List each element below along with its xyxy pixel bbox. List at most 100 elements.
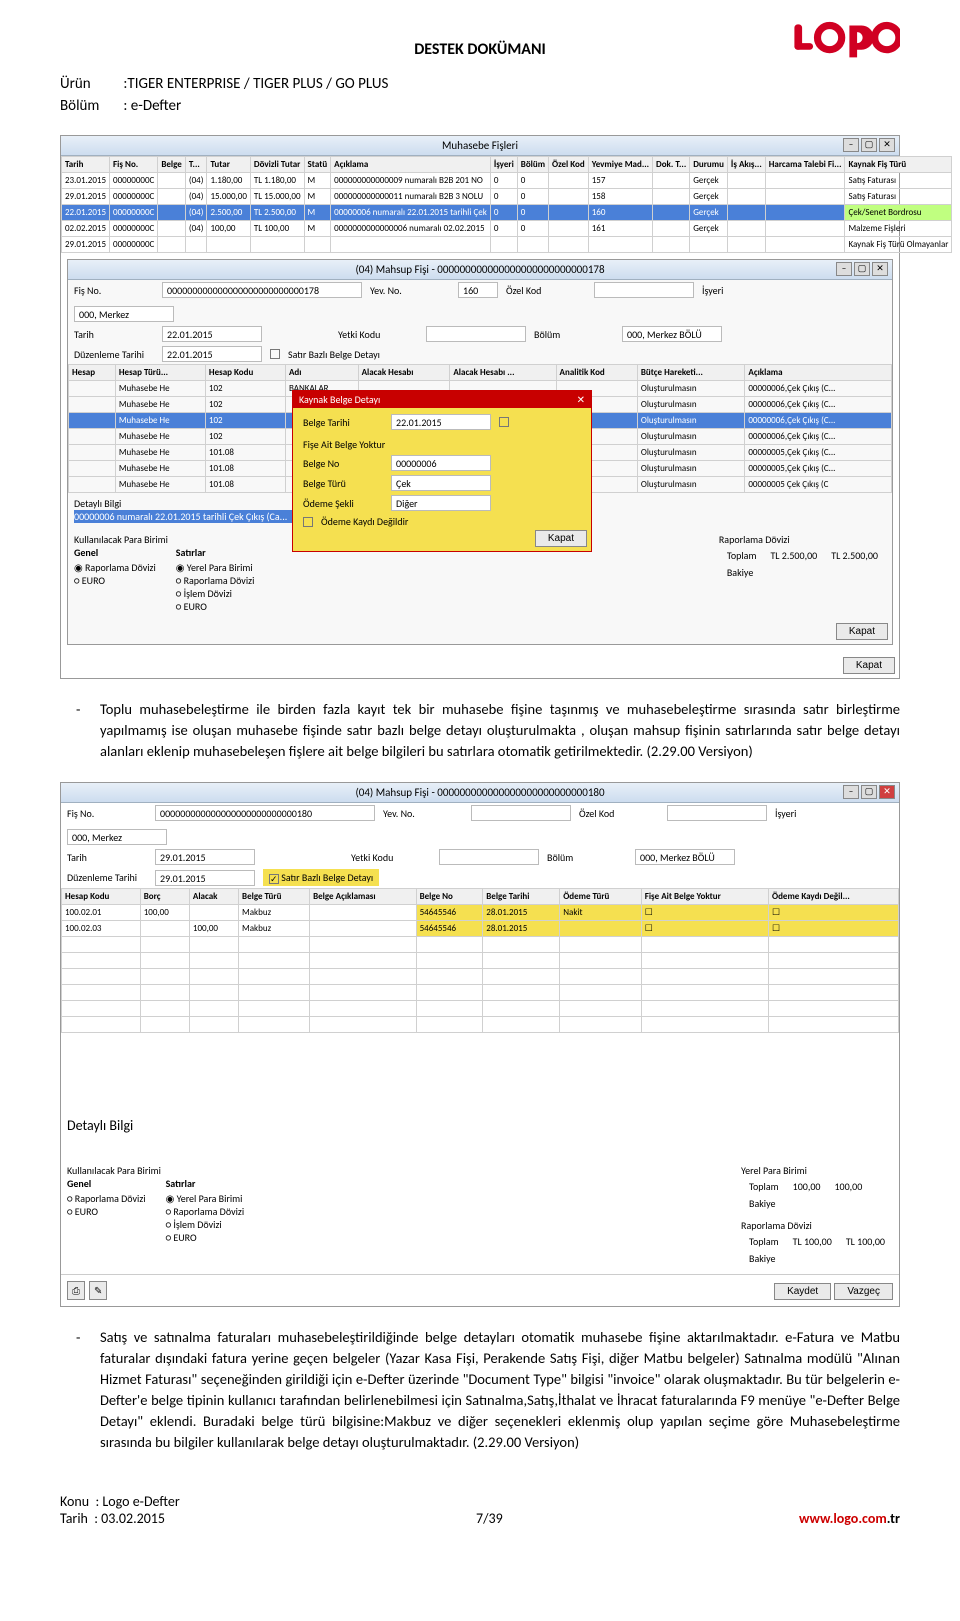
panel-close-icon[interactable]: ✕ bbox=[577, 393, 585, 406]
tool-icon-1[interactable]: ⎙ bbox=[67, 1281, 85, 1300]
detayli-field[interactable] bbox=[67, 1138, 407, 1158]
col-header: Fişe Ait Belge Yoktur bbox=[641, 889, 768, 905]
fis-list-table: TarihFiş No.BelgeT...TutarDövizli TutarS… bbox=[61, 156, 952, 253]
sat-id-radio[interactable]: ○ İşlem Dövizi bbox=[166, 1218, 245, 1231]
section-line: Bölüm : e-Defter bbox=[60, 97, 900, 115]
sat-yp-radio[interactable]: ◉ Yerel Para Birimi bbox=[176, 561, 255, 574]
col-header: Borç bbox=[140, 889, 189, 905]
section-label: Bölüm bbox=[60, 97, 120, 115]
col-header: Hesap Kodu bbox=[62, 889, 141, 905]
ozelkod-field[interactable] bbox=[667, 805, 767, 821]
main-kapat-button[interactable]: Kapat bbox=[843, 657, 895, 674]
table-row[interactable]: 100.02.03100,00Makbuz5464554628.01.2015☐… bbox=[62, 921, 899, 937]
col-header: Hesap Türü... bbox=[115, 365, 205, 381]
maximize-icon[interactable]: ▢ bbox=[854, 262, 870, 276]
rbakiye-val1 bbox=[787, 1251, 838, 1266]
fisno-label: Fiş No. bbox=[67, 807, 147, 820]
table-row[interactable] bbox=[62, 953, 899, 969]
table-row[interactable]: 23.01.201500000000C(04)1.180,00TL 1.180,… bbox=[62, 173, 952, 189]
duzenleme-field[interactable]: 29.01.2015 bbox=[155, 870, 255, 886]
vazgec-button[interactable]: Vazgeç bbox=[834, 1283, 893, 1300]
minimize-icon[interactable]: – bbox=[843, 785, 859, 799]
table-row[interactable] bbox=[62, 969, 899, 985]
close-icon[interactable]: ✕ bbox=[872, 262, 888, 276]
tarih-field[interactable]: 22.01.2015 bbox=[162, 326, 262, 342]
sbd-checkbox[interactable] bbox=[270, 349, 280, 359]
yetki-field[interactable] bbox=[439, 849, 539, 865]
belge-turu-label: Belge Türü bbox=[303, 477, 383, 490]
col-header: Açıklama bbox=[745, 365, 892, 381]
col-header: Belge Tarihi bbox=[483, 889, 560, 905]
close-icon[interactable]: ✕ bbox=[879, 138, 895, 152]
tarih-label: Tarih bbox=[67, 851, 147, 864]
odeme-sekli-field[interactable]: Diğer bbox=[391, 495, 491, 511]
screenshot-1: Muhasebe Fişleri –▢✕ TarihFiş No.BelgeT.… bbox=[60, 135, 900, 679]
yetki-label: Yetki Kodu bbox=[351, 851, 431, 864]
table-row[interactable]: 22.01.201500000000C(04)2.500,00TL 2.500,… bbox=[62, 205, 952, 221]
table-row[interactable]: 02.02.201500000000C(04)100,00TL 100,00M0… bbox=[62, 221, 952, 237]
isyeri-field[interactable]: 000, Merkez bbox=[74, 306, 174, 322]
table-row[interactable] bbox=[62, 1017, 899, 1033]
belge-no-field[interactable]: 00000006 bbox=[391, 455, 491, 471]
col-header: Ödeme Kaydı Değil... bbox=[769, 889, 899, 905]
ozelkod-field[interactable] bbox=[594, 282, 694, 298]
col-header: T... bbox=[185, 157, 207, 173]
col-header: Adı bbox=[285, 365, 358, 381]
bolum-field[interactable]: 000, Merkez BÖLÜ bbox=[635, 849, 735, 865]
bolum-field[interactable]: 000, Merkez BÖLÜ bbox=[622, 326, 722, 342]
sbd-checkbox[interactable] bbox=[269, 874, 279, 884]
kpb-label: Kullanılacak Para Birimi bbox=[74, 533, 254, 546]
isyeri-field[interactable]: 000, Merkez bbox=[67, 829, 167, 845]
table-row[interactable]: 29.01.201500000000CKaynak Fiş Türü Olmay… bbox=[62, 237, 952, 253]
belge-tarihi-field[interactable]: 22.01.2015 bbox=[391, 414, 491, 430]
toplam-label: Toplam bbox=[721, 548, 763, 563]
genel-euro-radio[interactable]: ○ EURO bbox=[74, 574, 156, 587]
col-header: Dövizli Tutar bbox=[250, 157, 304, 173]
fisno-field[interactable]: 000000000000000000000000000180 bbox=[155, 805, 375, 821]
minimize-icon[interactable]: – bbox=[843, 138, 859, 152]
footer-url: www.logo.com.tr bbox=[799, 1510, 900, 1527]
maximize-icon[interactable]: ▢ bbox=[861, 785, 877, 799]
kaydet-button[interactable]: Kaydet bbox=[774, 1283, 831, 1300]
window-kapat-button[interactable]: Kapat bbox=[836, 623, 888, 640]
col-header: Fiş No. bbox=[110, 157, 158, 173]
genel-rd-radio[interactable]: ◉ Raporlama Dövizi bbox=[74, 561, 156, 574]
fab-label: Fişe Ait Belge Yoktur bbox=[303, 438, 385, 451]
bolum-label: Bölüm bbox=[547, 851, 627, 864]
okd-checkbox[interactable] bbox=[303, 517, 313, 527]
sat-id-radio[interactable]: ○ İşlem Dövizi bbox=[176, 587, 255, 600]
tarih-field[interactable]: 29.01.2015 bbox=[155, 849, 255, 865]
col-header: Belge No bbox=[416, 889, 483, 905]
sat-rd-radio[interactable]: ○ Raporlama Dövizi bbox=[176, 574, 255, 587]
detayli-label: Detaylı Bilgi bbox=[61, 1113, 899, 1138]
sat-euro-radio[interactable]: ○ EURO bbox=[176, 600, 255, 613]
panel-title: Kaynak Belge Detayı bbox=[299, 393, 380, 406]
product-value: :TIGER ENTERPRISE / TIGER PLUS / GO PLUS bbox=[123, 75, 388, 93]
duzenleme-field[interactable]: 22.01.2015 bbox=[162, 346, 262, 362]
fab-checkbox[interactable] bbox=[499, 417, 509, 427]
genel-euro-radio[interactable]: ○ EURO bbox=[67, 1205, 146, 1218]
close-icon[interactable]: ✕ bbox=[879, 785, 895, 799]
table-row[interactable] bbox=[62, 985, 899, 1001]
yevno-field[interactable] bbox=[471, 805, 571, 821]
belge-turu-field[interactable]: Çek bbox=[391, 475, 491, 491]
fisno-field[interactable]: 000000000000000000000000000178 bbox=[162, 282, 362, 298]
minimize-icon[interactable]: – bbox=[836, 262, 852, 276]
table-row[interactable]: 100.02.01100,00Makbuz5464554628.01.2015N… bbox=[62, 905, 899, 921]
kapat-button[interactable]: Kapat bbox=[535, 530, 587, 547]
product-label: Ürün bbox=[60, 75, 120, 93]
table-row[interactable] bbox=[62, 937, 899, 953]
table-row[interactable]: 29.01.201500000000C(04)15.000,00TL 15.00… bbox=[62, 189, 952, 205]
table-row[interactable] bbox=[62, 1001, 899, 1017]
yetki-field[interactable] bbox=[426, 326, 526, 342]
sat-rd-radio[interactable]: ○ Raporlama Dövizi bbox=[166, 1205, 245, 1218]
col-header: Kaynak Fiş Türü bbox=[845, 157, 952, 173]
sat-yp-radio[interactable]: ◉ Yerel Para Birimi bbox=[166, 1192, 245, 1205]
yevno-field[interactable]: 160 bbox=[458, 282, 498, 298]
rbakiye-val2 bbox=[840, 1251, 891, 1266]
tool-icon-2[interactable]: ✎ bbox=[89, 1281, 107, 1300]
sat-euro-radio[interactable]: ○ EURO bbox=[166, 1231, 245, 1244]
col-header: Statü bbox=[304, 157, 331, 173]
maximize-icon[interactable]: ▢ bbox=[861, 138, 877, 152]
genel-rd-radio[interactable]: ○ Raporlama Dövizi bbox=[67, 1192, 146, 1205]
